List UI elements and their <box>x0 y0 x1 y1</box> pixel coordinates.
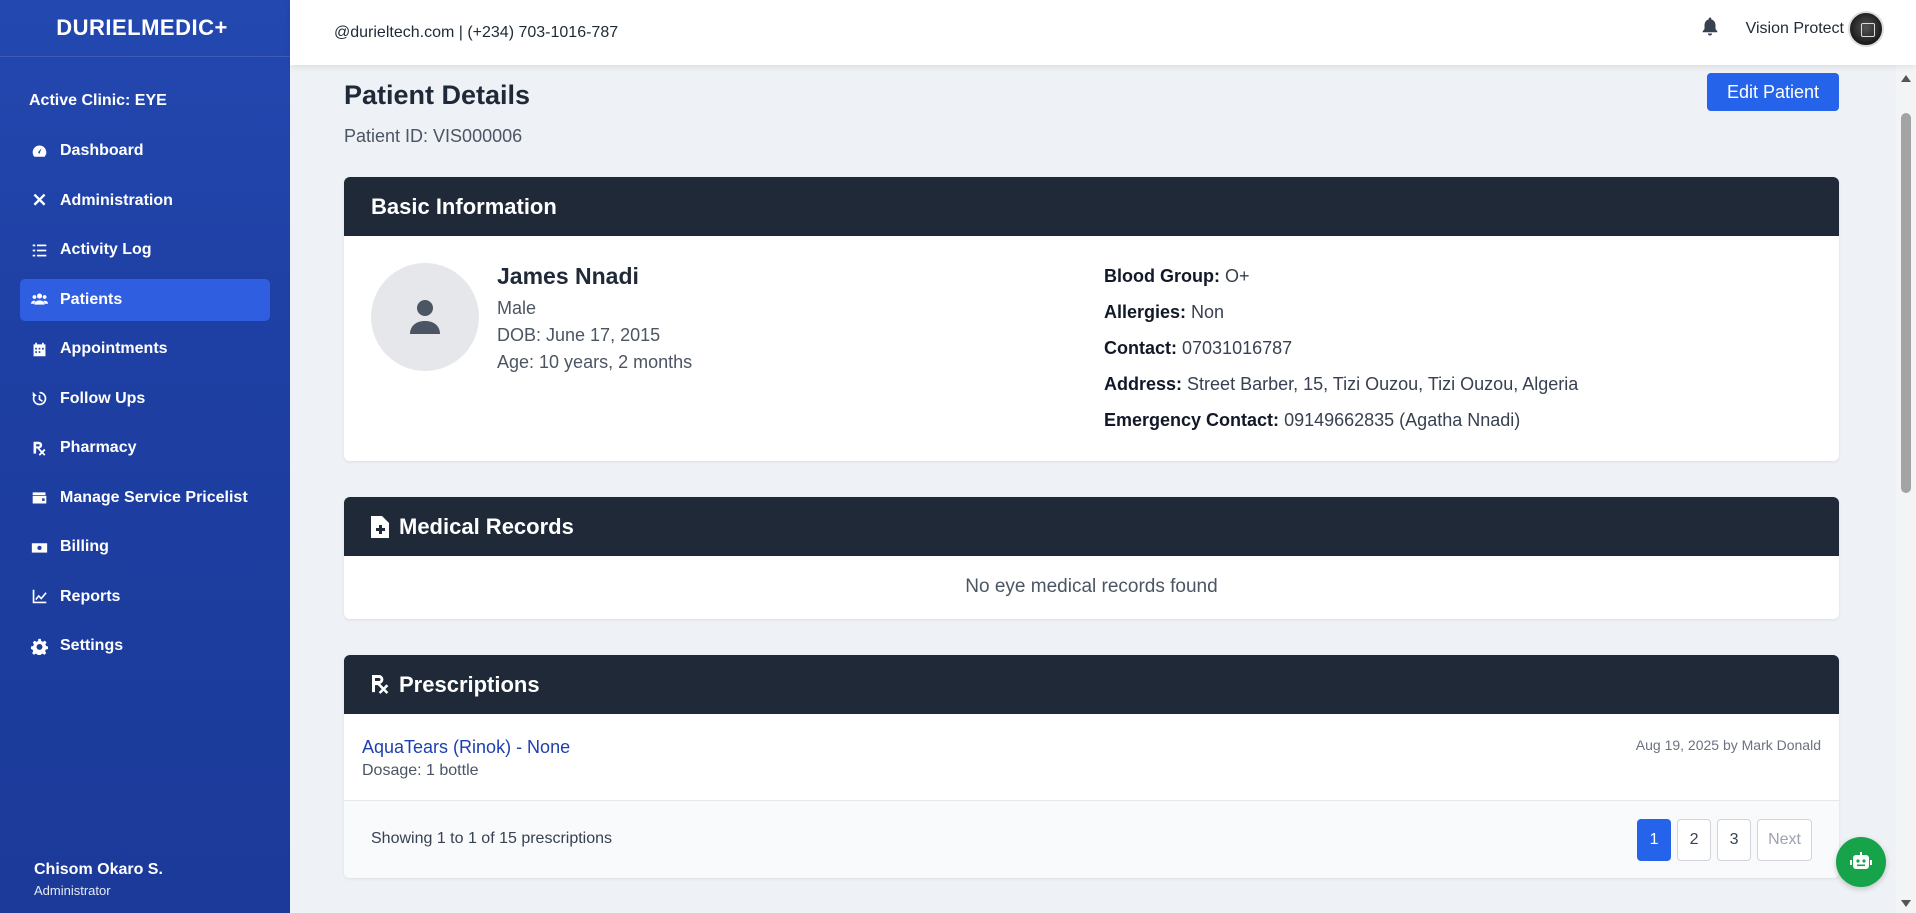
scroll-down-arrow-icon[interactable] <box>1901 900 1911 907</box>
sidebar-item-activity-log[interactable]: Activity Log <box>20 229 270 271</box>
chatbot-button[interactable] <box>1836 837 1886 887</box>
address-row: Address: Street Barber, 15, Tizi Ouzou, … <box>1104 374 1578 395</box>
calendar-icon <box>29 339 49 359</box>
page-button-3[interactable]: 3 <box>1717 819 1752 861</box>
scroll-up-arrow-icon[interactable] <box>1901 75 1911 82</box>
sidebar-item-patients[interactable]: Patients <box>20 278 270 321</box>
chart-line-icon <box>29 587 49 607</box>
robot-icon <box>1850 852 1872 869</box>
sidebar-item-label: Activity Log <box>60 241 152 258</box>
sidebar-item-label: Dashboard <box>60 142 144 159</box>
list-check-icon <box>29 240 49 260</box>
emergency-contact-value: 09149662835 (Agatha Nnadi) <box>1284 410 1521 430</box>
prescription-icon <box>371 673 393 697</box>
next-page-button[interactable]: Next <box>1757 819 1812 861</box>
top-bar: @durieltech.com | (+234) 703-1016-787 Vi… <box>290 0 1916 65</box>
scrollbar[interactable] <box>1896 65 1916 913</box>
patient-avatar <box>371 263 479 371</box>
sidebar-item-label: Patients <box>60 290 123 308</box>
address-label: Address: <box>1104 374 1183 394</box>
patient-name: James Nnadi <box>497 263 639 289</box>
emergency-contact-label: Emergency Contact: <box>1104 410 1280 430</box>
contact-label: Contact: <box>1104 338 1177 358</box>
users-icon <box>29 290 49 310</box>
sidebar-item-pharmacy[interactable]: Pharmacy <box>20 427 270 469</box>
wallet-icon <box>29 488 49 508</box>
prescription-dosage: Dosage: 1 bottle <box>362 762 479 779</box>
tools-icon <box>29 191 49 211</box>
patient-gender: Male <box>497 298 537 318</box>
sidebar-item-reports[interactable]: Reports <box>20 576 270 618</box>
user-role: Administrator <box>34 883 111 898</box>
address-value: Street Barber, 15, Tizi Ouzou, Tizi Ouzo… <box>1187 374 1579 394</box>
patient-dob: DOB: June 17, 2015 <box>497 325 661 345</box>
patient-id: Patient ID: VIS000006 <box>344 126 523 146</box>
sidebar-item-dashboard[interactable]: Dashboard <box>20 130 270 172</box>
history-icon <box>29 389 49 409</box>
sidebar-item-settings[interactable]: Settings <box>20 625 270 667</box>
card-title: Basic Information <box>371 193 557 219</box>
bell-icon[interactable] <box>1700 16 1720 41</box>
empty-records-message: No eye medical records found <box>965 576 1218 597</box>
contact-row: Contact: 07031016787 <box>1104 338 1292 359</box>
prescription-meta: Aug 19, 2025 by Mark Donald <box>1635 737 1821 753</box>
patient-age: Age: 10 years, 2 months <box>497 352 693 372</box>
sidebar-item-label: Settings <box>60 637 124 654</box>
user-icon <box>410 300 440 334</box>
sidebar-item-label: Reports <box>60 587 121 605</box>
user-name: Chisom Okaro S. <box>34 861 163 878</box>
pagination-summary: Showing 1 to 1 of 15 prescriptions <box>371 830 613 847</box>
sidebar-item-label: Appointments <box>60 340 168 357</box>
file-medical-icon <box>371 515 393 539</box>
active-clinic-label: Active Clinic: EYE <box>29 92 167 109</box>
page-title: Patient Details <box>344 80 531 110</box>
allergies-row: Allergies: Non <box>1104 302 1224 323</box>
card-title: Medical Records <box>399 513 574 539</box>
current-user[interactable]: Chisom Okaro S. Administrator <box>34 861 163 898</box>
organization-name[interactable]: Vision Protect <box>1746 20 1844 38</box>
edit-patient-button[interactable]: Edit Patient <box>1707 73 1839 111</box>
sidebar-item-pricelist[interactable]: Manage Service Pricelist <box>20 477 270 519</box>
prescription-link[interactable]: AquaTears (Rinok) - None <box>362 737 570 758</box>
main-content: Patient Details Patient ID: VIS000006 Ed… <box>290 65 1896 913</box>
card-header: Medical Records <box>344 497 1839 556</box>
allergies-label: Allergies: <box>1104 302 1187 322</box>
money-bill-icon <box>29 537 49 557</box>
blood-group-label: Blood Group: <box>1104 266 1220 286</box>
blood-group-row: Blood Group: O+ <box>1104 266 1250 287</box>
card-title: Prescriptions <box>399 671 540 697</box>
sidebar: DURIELMEDIC+ Active Clinic: EYE Dashboar… <box>0 0 290 913</box>
blood-group-value: O+ <box>1225 266 1250 286</box>
sidebar-item-label: Pharmacy <box>60 439 137 456</box>
gear-icon <box>29 636 49 656</box>
sidebar-item-label: Manage Service Pricelist <box>60 488 248 506</box>
card-header: Prescriptions <box>344 655 1839 714</box>
emergency-contact-row: Emergency Contact: 09149662835 (Agatha N… <box>1104 410 1520 431</box>
brand-logo[interactable]: DURIELMEDIC+ <box>0 0 290 57</box>
medical-records-card: Medical Records No eye medical records f… <box>344 497 1839 619</box>
scroll-thumb[interactable] <box>1901 113 1911 493</box>
prescriptions-card: Prescriptions AquaTears (Rinok) - None D… <box>344 655 1839 878</box>
allergies-value: Non <box>1191 302 1225 322</box>
organization-avatar[interactable] <box>1848 10 1884 47</box>
sidebar-item-follow-ups[interactable]: Follow Ups <box>20 378 270 420</box>
sidebar-nav: Dashboard Administration Activity Log Pa… <box>0 130 290 667</box>
card-header: Basic Information <box>344 177 1839 236</box>
contact-value: 07031016787 <box>1182 338 1293 358</box>
basic-information-card: Basic Information James Nnadi Male DOB: … <box>344 177 1839 461</box>
sidebar-item-administration[interactable]: Administration <box>20 180 270 222</box>
contact-info: @durieltech.com | (+234) 703-1016-787 <box>334 23 619 41</box>
sidebar-item-label: Follow Ups <box>60 389 146 407</box>
prescriptions-footer: Showing 1 to 1 of 15 prescriptions 1 2 3… <box>344 800 1839 878</box>
pagination: 1 2 3 Next <box>1631 819 1812 861</box>
sidebar-item-billing[interactable]: Billing <box>20 526 270 568</box>
top-bar-right: Vision Protect <box>1700 0 1884 57</box>
page-button-2[interactable]: 2 <box>1677 819 1712 861</box>
sidebar-item-label: Administration <box>60 191 173 209</box>
page-button-1[interactable]: 1 <box>1637 819 1672 861</box>
gauge-icon <box>29 141 49 161</box>
sidebar-item-appointments[interactable]: Appointments <box>20 328 270 370</box>
prescription-icon <box>29 438 49 458</box>
sidebar-item-label: Billing <box>60 538 109 555</box>
